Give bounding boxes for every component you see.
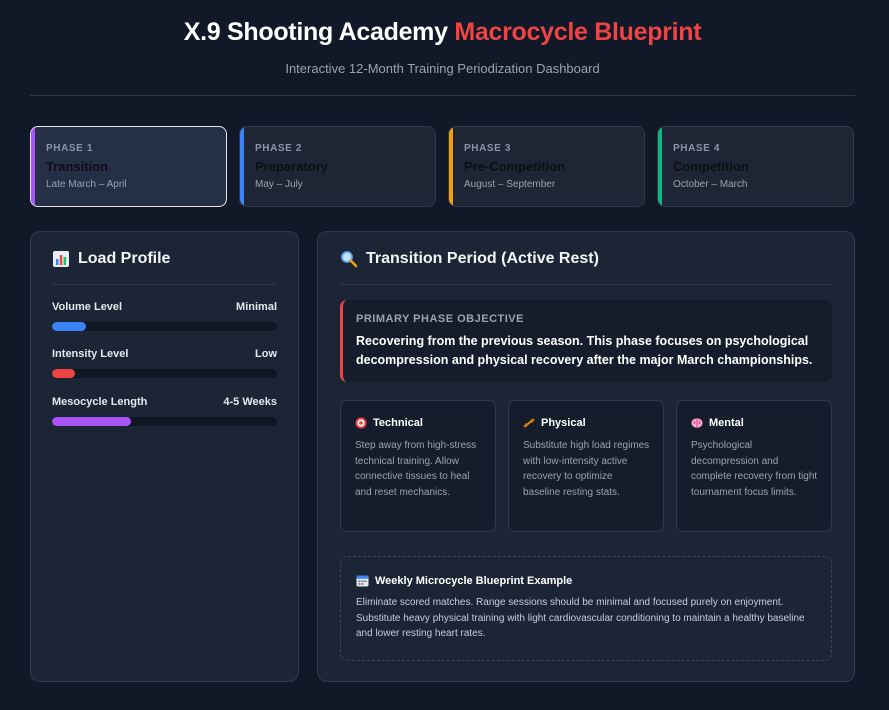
intensity-progress-fill [52, 369, 75, 378]
page-subtitle: Interactive 12-Month Training Periodizat… [285, 61, 600, 76]
phase-name: Transition [46, 159, 109, 174]
phase-card-4[interactable]: PHASE 4 Competition October – March [657, 126, 854, 207]
bar-chart-icon [52, 250, 70, 268]
phase-number: PHASE 4 [673, 143, 720, 154]
card-title: Mental [709, 417, 744, 429]
volume-progress-fill [52, 322, 86, 331]
metric-value: 4-5 Weeks [223, 396, 277, 408]
metric-value: Minimal [236, 301, 277, 313]
technical-card: Technical Step away from high-stress tec… [340, 400, 496, 532]
intensity-progress-track [52, 369, 277, 378]
microcycle-title: Weekly Microcycle Blueprint Example [375, 574, 573, 587]
metric-value: Low [255, 348, 277, 360]
title-accent: Macrocycle Blueprint [454, 18, 702, 46]
metric-mesocycle: Mesocycle Length 4-5 Weeks [52, 396, 277, 426]
phase-color-bar [658, 127, 662, 206]
dashboard-page: X.9 Shooting Academy Macrocycle Blueprin… [0, 0, 889, 710]
microcycle-text: Eliminate scored matches. Range sessions… [356, 597, 805, 639]
load-profile-title: Load Profile [78, 249, 171, 267]
phase-detail-panel: Transition Period (Active Rest) PRIMARY … [317, 231, 855, 682]
phase-dates: August – September [464, 179, 556, 190]
phase-detail-title: Transition Period (Active Rest) [366, 249, 599, 267]
metric-volume: Volume Level Minimal [52, 301, 277, 331]
load-profile-heading: Load Profile [52, 233, 277, 285]
target-icon [355, 417, 367, 429]
phase-color-bar [31, 127, 35, 206]
mesocycle-progress-track [52, 417, 277, 426]
card-text: Psychological decompression and complete… [691, 440, 818, 498]
phase-name: Competition [673, 159, 749, 174]
phase-number: PHASE 3 [464, 143, 511, 154]
metric-label: Intensity Level [52, 348, 129, 360]
phase-dates: October – March [673, 179, 748, 190]
objective-box: PRIMARY PHASE OBJECTIVE Recovering from … [340, 300, 832, 382]
phase-color-bar [449, 127, 453, 206]
objective-text: Recovering from the previous season. Thi… [356, 334, 813, 367]
phase-card-2[interactable]: PHASE 2 Preparatory May – July [239, 126, 436, 207]
magnifier-icon [340, 250, 358, 268]
mental-card: Mental Psychological decompression and c… [676, 400, 832, 532]
phase-dates: May – July [255, 179, 303, 190]
brain-icon [691, 417, 703, 429]
card-text: Substitute high load regimes with low-in… [523, 440, 650, 498]
physical-card: Physical Substitute high load regimes wi… [508, 400, 664, 532]
objective-label: PRIMARY PHASE OBJECTIVE [356, 313, 524, 325]
phase-card-1[interactable]: PHASE 1 Transition Late March – April [30, 126, 227, 207]
microcycle-box: Weekly Microcycle Blueprint Example Elim… [340, 556, 832, 661]
card-text: Step away from high-stress technical tra… [355, 440, 477, 498]
metric-intensity: Intensity Level Low [52, 348, 277, 378]
phase-color-bar [240, 127, 244, 206]
title-main: X.9 Shooting Academy [183, 18, 448, 46]
phase-dates: Late March – April [46, 179, 127, 190]
calendar-icon [356, 574, 369, 587]
card-title: Technical [373, 417, 423, 429]
phase-detail-heading: Transition Period (Active Rest) [340, 233, 832, 285]
focus-cards: Technical Step away from high-stress tec… [340, 400, 832, 532]
load-profile-panel: Load Profile Volume Level Minimal Intens… [30, 231, 299, 682]
dumbbell-icon [523, 417, 535, 429]
phase-card-3[interactable]: PHASE 3 Pre-Competition August – Septemb… [448, 126, 645, 207]
phase-name: Pre-Competition [464, 159, 566, 174]
page-header: X.9 Shooting Academy Macrocycle Blueprin… [30, 0, 855, 96]
phase-name: Preparatory [255, 159, 328, 174]
card-title: Physical [541, 417, 586, 429]
volume-progress-track [52, 322, 277, 331]
mesocycle-progress-fill [52, 417, 131, 426]
metric-label: Mesocycle Length [52, 396, 148, 408]
page-title: X.9 Shooting Academy Macrocycle Blueprin… [30, 18, 855, 47]
phase-number: PHASE 1 [46, 143, 93, 154]
metric-label: Volume Level [52, 301, 123, 313]
phase-number: PHASE 2 [255, 143, 302, 154]
